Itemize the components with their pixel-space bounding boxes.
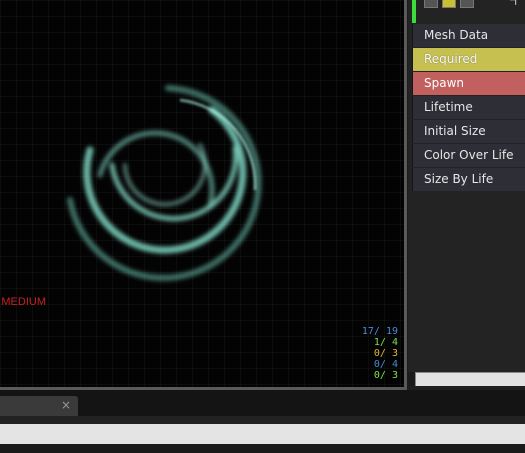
particle-preview — [67, 85, 262, 281]
bottom-panel — [0, 416, 525, 424]
swirl-ring-2 — [83, 106, 247, 254]
emitter-view-icon[interactable] — [460, 0, 474, 8]
particle-swirl — [67, 85, 262, 281]
stat-line: 1/ 4 — [373, 337, 398, 348]
viewport-divider[interactable] — [404, 0, 407, 390]
emitter-toolbar — [424, 0, 474, 8]
emitter-toggle-icon[interactable] — [424, 0, 438, 8]
module-color-over-life[interactable]: Color Over Life — [412, 144, 525, 167]
module-initial-size[interactable]: Initial Size — [412, 120, 525, 143]
emitter-stats: 17/ 19 1/ 4 0/ 3 0/ 4 0/ 3 — [362, 326, 398, 381]
module-size-by-life[interactable]: Size By Life — [412, 168, 525, 191]
stat-line: 0/ 3 — [373, 370, 398, 381]
emitter-enabled-indicator — [412, 0, 416, 23]
emitter-scrollbar[interactable] — [415, 372, 525, 387]
emitter-menu-icon[interactable]: ㄱ — [508, 0, 518, 10]
particle-viewport[interactable]: E MEDIUM 17/ 19 1/ 4 0/ 3 0/ 4 0/ 3 — [0, 0, 404, 387]
swirl-ring-inner — [123, 143, 207, 207]
stat-line: 0/ 4 — [373, 359, 398, 370]
module-list: Mesh Data Required Spawn Lifetime Initia… — [412, 24, 525, 192]
close-icon[interactable]: × — [61, 398, 71, 412]
module-required[interactable]: Required — [412, 48, 525, 71]
tab-bar — [0, 390, 525, 416]
swirl-ring-4 — [97, 130, 215, 208]
emitter-solo-icon[interactable] — [442, 0, 456, 8]
stat-line: 17/ 19 — [361, 326, 398, 337]
bottom-strip — [0, 444, 525, 453]
module-lifetime[interactable]: Lifetime — [412, 96, 525, 119]
module-spawn[interactable]: Spawn — [412, 72, 525, 95]
lod-label: E MEDIUM — [0, 296, 46, 308]
module-mesh-data[interactable]: Mesh Data — [412, 24, 525, 47]
stat-line: 0/ 3 — [373, 348, 398, 359]
curve-editor-toolbar — [0, 424, 525, 444]
